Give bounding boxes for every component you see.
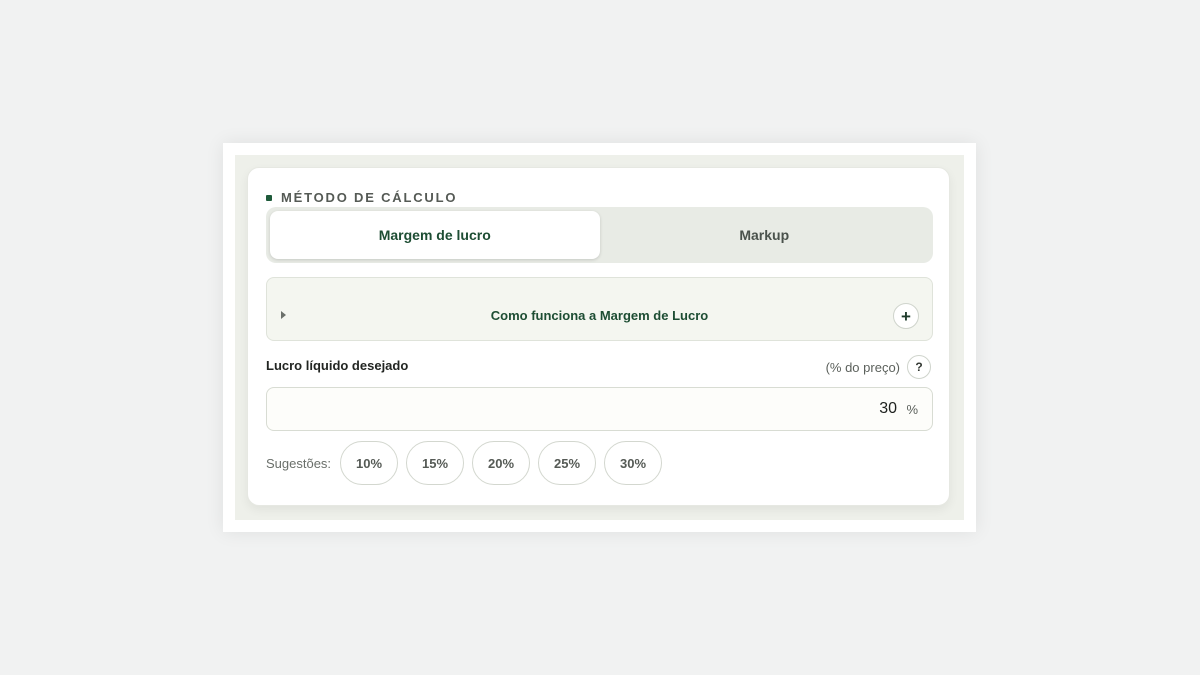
suggestion-chip-25[interactable]: 25% [538,441,597,485]
suggestions-label: Sugestões: [266,455,332,471]
suggestion-chip-30[interactable]: 30% [604,441,663,485]
how-it-works-accordion[interactable]: Como funciona a Margem de Lucro + [266,277,933,341]
profit-input-wrapper: % [266,387,933,431]
accordion-label: Como funciona a Margem de Lucro [490,308,709,323]
profit-field-label: Lucro líquido desejado [266,358,409,373]
profit-field-hint: (% do preço) ? [826,355,931,379]
hint-text: (% do preço) [825,359,900,375]
plus-icon[interactable]: + [893,303,919,329]
panel-background: MÉTODO DE CÁLCULO Margem de lucro Markup… [235,155,964,520]
screenshot-frame: MÉTODO DE CÁLCULO Margem de lucro Markup… [223,143,976,532]
bullet-dot-icon [266,194,272,201]
suggestion-chip-20[interactable]: 20% [472,441,531,485]
tab-markup[interactable]: Markup [600,211,930,259]
percent-unit: % [906,402,918,417]
profit-input[interactable] [277,388,897,430]
method-toggle: Margem de lucro Markup [266,207,933,263]
section-header: MÉTODO DE CÁLCULO [266,190,457,205]
suggestion-chip-10[interactable]: 10% [340,441,399,485]
suggestions-row: Sugestões: 10% 15% 20% 25% 30% [266,441,670,485]
calculation-method-card: MÉTODO DE CÁLCULO Margem de lucro Markup… [247,167,950,506]
help-icon[interactable]: ? [907,355,931,379]
suggestion-chip-15[interactable]: 15% [406,441,465,485]
tab-margem-de-lucro[interactable]: Margem de lucro [270,211,600,259]
section-title: MÉTODO DE CÁLCULO [281,190,458,205]
